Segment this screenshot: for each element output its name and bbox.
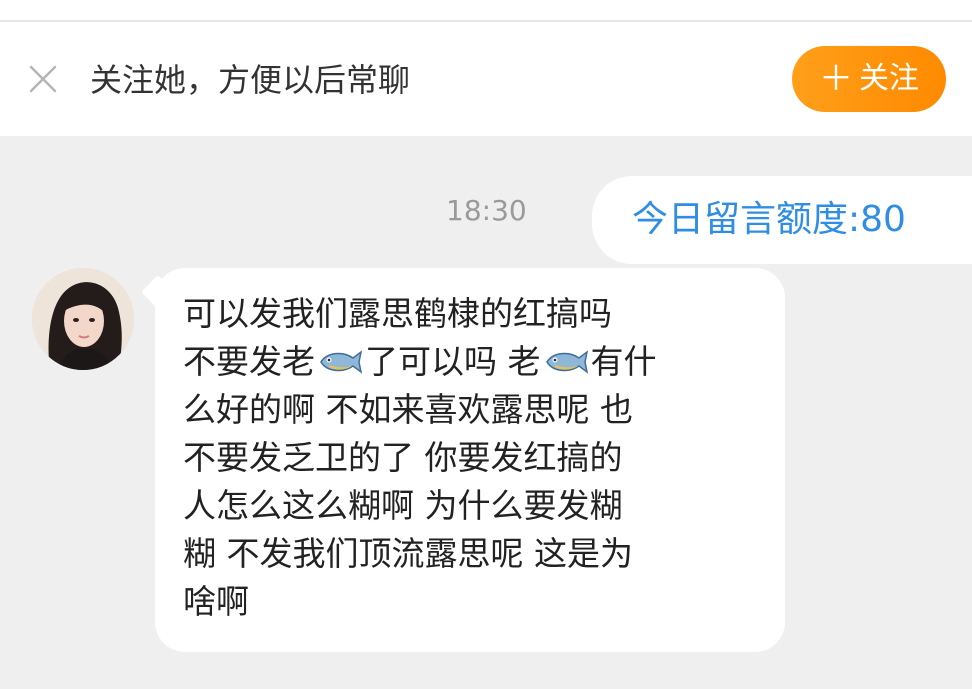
message-text-segment: 可以发我们露思鹤棣的红搞吗: [183, 294, 612, 333]
follow-prompt-text: 关注她，方便以后常聊: [90, 61, 411, 99]
plus-icon: ＋: [819, 59, 853, 99]
message-text-segment: 了可以吗 老: [365, 342, 541, 381]
message-line: 不要发老 了可以吗 老 有什: [183, 338, 763, 386]
close-icon[interactable]: [28, 64, 58, 94]
incoming-message-bubble[interactable]: 可以发我们露思鹤棣的红搞吗 不要发老 了可以吗 老 有什么好的啊 不如来喜欢露思呢 也…: [155, 268, 785, 652]
follow-button[interactable]: ＋ 关注: [792, 46, 946, 112]
avatar-icon: [32, 268, 134, 370]
message-text-segment: 有什: [590, 342, 657, 381]
message-text-segment: 不要发乏卫的了 你要发红搞的: [183, 438, 623, 477]
message-line: 不要发乏卫的了 你要发红搞的: [183, 434, 763, 482]
message-line: 可以发我们露思鹤棣的红搞吗: [183, 290, 763, 338]
fish-icon: [545, 350, 588, 374]
quota-message-text: 今日留言额度:80: [632, 199, 906, 240]
status-divider: [0, 0, 972, 22]
message-text-segment: 糊 不发我们顶流露思呢 这是为: [183, 534, 633, 573]
follow-button-label: 关注: [859, 61, 919, 96]
message-text-segment: 么好的啊 不如来喜欢露思呢 也: [183, 390, 633, 429]
message-line: 糊 不发我们顶流露思呢 这是为: [183, 530, 763, 578]
message-text-segment: 不要发老: [183, 342, 315, 381]
fish-icon: [320, 350, 363, 374]
message-text-segment: 啥啊: [183, 582, 249, 621]
message-line: 啥啊: [183, 578, 763, 626]
message-text-segment: 人怎么这么糊啊 为什么要发糊: [183, 486, 623, 525]
message-timestamp: 18:30: [446, 194, 527, 227]
avatar[interactable]: [32, 268, 134, 370]
message-line: 人怎么这么糊啊 为什么要发糊: [183, 482, 763, 530]
follow-prompt-bar: 关注她，方便以后常聊 ＋ 关注: [0, 22, 972, 136]
message-line: 么好的啊 不如来喜欢露思呢 也: [183, 386, 763, 434]
quota-message-bubble: 今日留言额度:80: [592, 176, 972, 264]
incoming-message-text: 可以发我们露思鹤棣的红搞吗 不要发老 了可以吗 老 有什么好的啊 不如来喜欢露思呢 也…: [183, 290, 763, 626]
